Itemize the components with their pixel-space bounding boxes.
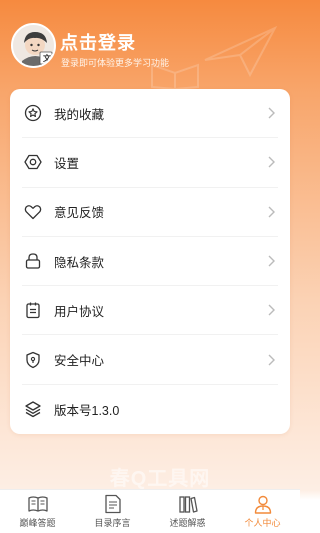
menu-item-version[interactable]: 版本号1.3.0 — [22, 385, 278, 434]
chevron-right-icon — [266, 106, 276, 120]
bottom-tab-bar: 巅峰答题 目录序言 述题解惑 个人中心 — [0, 489, 300, 533]
tab-catalog[interactable]: 目录序言 — [75, 490, 150, 533]
star-icon — [24, 104, 42, 122]
tab-label: 目录序言 — [94, 518, 131, 528]
tab-explanations[interactable]: 述题解惑 — [150, 490, 225, 533]
menu-card: 我的收藏 设置 意见反馈 隐私条款 用户协议 安全中心 版本号1.3.0 — [10, 89, 290, 434]
menu-item-label: 隐私条款 — [54, 255, 105, 270]
shield-icon — [24, 351, 42, 369]
menu-item-label: 我的收藏 — [54, 107, 105, 122]
menu-item-privacy[interactable]: 隐私条款 — [22, 237, 278, 287]
login-title[interactable]: 点击登录 — [60, 29, 136, 55]
tab-label: 巅峰答题 — [19, 518, 56, 528]
tab-label: 述题解惑 — [169, 518, 206, 528]
layers-icon — [24, 400, 42, 418]
menu-item-label: 版本号1.3.0 — [54, 403, 120, 418]
settings-icon — [24, 153, 42, 171]
login-subtitle: 登录即可体验更多学习功能 — [61, 58, 170, 68]
avatar-badge-text: 文 — [43, 54, 51, 63]
menu-item-settings[interactable]: 设置 — [22, 138, 278, 188]
chevron-right-icon — [266, 303, 276, 317]
chevron-right-icon — [266, 205, 276, 219]
document-icon — [103, 494, 123, 514]
books-icon — [178, 494, 198, 514]
person-icon — [253, 494, 273, 514]
tab-label: 个人中心 — [244, 518, 281, 528]
avatar[interactable]: 文 — [11, 23, 56, 68]
heart-icon — [24, 203, 42, 221]
book-icon — [27, 494, 48, 514]
chevron-right-icon — [266, 353, 276, 367]
profile-header: 文 点击登录 登录即可体验更多学习功能 — [0, 0, 300, 95]
menu-item-label: 安全中心 — [54, 354, 105, 369]
paper-plane-decoration — [204, 25, 278, 78]
menu-item-favorites[interactable]: 我的收藏 — [22, 89, 278, 139]
tab-profile[interactable]: 个人中心 — [225, 490, 300, 533]
chevron-right-icon — [266, 254, 276, 268]
watermark-text: 春Q工具网 — [109, 468, 211, 490]
menu-item-label: 用户协议 — [54, 304, 105, 319]
menu-item-label: 意见反馈 — [54, 206, 105, 221]
tab-peak-quiz[interactable]: 巅峰答题 — [0, 490, 75, 533]
menu-item-user-agreement[interactable]: 用户协议 — [22, 286, 278, 336]
clipboard-icon — [24, 301, 42, 319]
menu-item-feedback[interactable]: 意见反馈 — [22, 188, 278, 237]
chevron-right-icon — [266, 155, 276, 169]
menu-item-label: 设置 — [54, 156, 80, 171]
lock-icon — [24, 252, 42, 270]
menu-item-security-center[interactable]: 安全中心 — [22, 335, 278, 385]
